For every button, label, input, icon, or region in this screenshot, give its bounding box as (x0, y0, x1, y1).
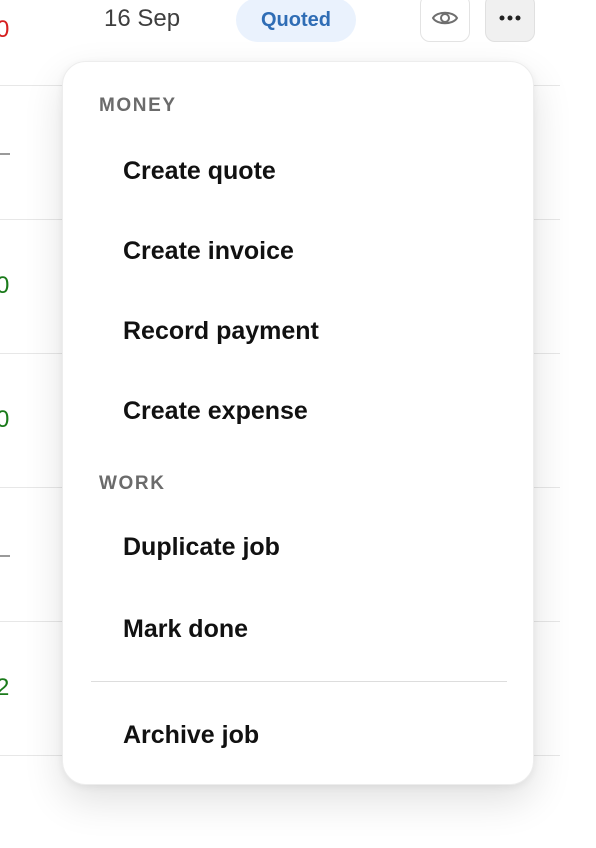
date-cell: 16 Sep (104, 5, 181, 32)
more-horizontal-icon (499, 15, 521, 21)
menu-item-archive-job[interactable]: Archive job (123, 720, 259, 750)
actions-menu: MONEY Create quote Create invoice Record… (62, 61, 534, 785)
empty-amount-dash (0, 153, 10, 155)
amount-cell: 0 (0, 272, 10, 299)
amount-cell: 2 (0, 674, 10, 701)
section-heading-work: WORK (99, 473, 166, 494)
menu-item-mark-done[interactable]: Mark done (123, 614, 248, 644)
menu-item-duplicate-job[interactable]: Duplicate job (123, 532, 280, 562)
menu-item-create-expense[interactable]: Create expense (123, 396, 308, 426)
more-actions-button[interactable] (485, 0, 535, 42)
section-heading-money: MONEY (99, 95, 177, 116)
empty-amount-dash (0, 555, 10, 557)
menu-item-record-payment[interactable]: Record payment (123, 316, 319, 346)
status-badge: Quoted (236, 0, 356, 42)
view-button[interactable] (420, 0, 470, 42)
menu-item-create-quote[interactable]: Create quote (123, 156, 276, 186)
menu-divider (91, 681, 507, 682)
menu-item-create-invoice[interactable]: Create invoice (123, 236, 294, 266)
amount-cell: 0 (0, 406, 10, 433)
eye-icon (431, 11, 459, 25)
amount-cell: 0 (0, 16, 10, 43)
